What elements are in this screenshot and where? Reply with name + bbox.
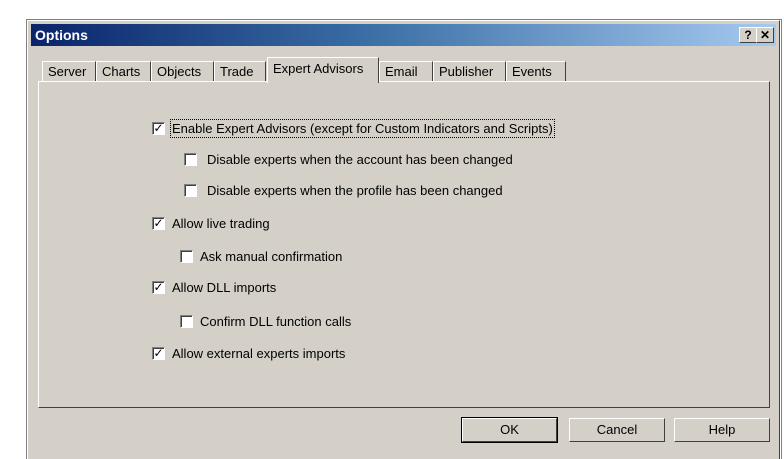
cancel-button[interactable]: Cancel [569,418,665,442]
tab-expert-advisors[interactable]: Expert Advisors [267,57,379,83]
tab-charts[interactable]: Charts [96,61,151,81]
checkbox-label: Enable Expert Advisors (except for Custo… [170,119,555,138]
tab-trade[interactable]: Trade [214,61,266,81]
window-title: Options [35,27,88,43]
checkbox-label: Ask manual confirmation [200,249,343,264]
help-button[interactable]: Help [674,418,770,442]
checkbox-box[interactable] [180,250,193,263]
help-icon[interactable]: ? [739,27,757,43]
checkbox-box[interactable] [184,184,197,197]
close-icon[interactable]: ✕ [756,27,774,43]
title-bar[interactable]: Options ? ✕ [31,24,776,46]
checkbox-label: Allow external experts imports [172,346,346,361]
tab-objects[interactable]: Objects [151,61,214,81]
checkbox-box[interactable] [184,153,197,166]
checkbox-label: Allow DLL imports [172,280,277,295]
checkbox-box[interactable]: ✓ [152,217,165,230]
ok-button[interactable]: OK [461,417,558,443]
tab-events[interactable]: Events [506,61,566,81]
tab-email[interactable]: Email [379,61,433,81]
tab-publisher[interactable]: Publisher [433,61,506,81]
options-dialog: Options ? ✕ Server Charts Objects Trade … [27,20,780,459]
tab-server[interactable]: Server [42,61,96,81]
checkbox-label: Confirm DLL function calls [200,314,352,329]
checkbox-box[interactable]: ✓ [152,347,165,360]
checkbox-label: Allow live trading [172,216,270,231]
checkbox-label: Disable experts when the account has bee… [207,152,513,167]
checkbox-label: Disable experts when the profile has bee… [207,183,503,198]
checkbox-box[interactable]: ✓ [152,122,165,135]
checkbox-box[interactable]: ✓ [152,281,165,294]
checkbox-box[interactable] [180,315,193,328]
